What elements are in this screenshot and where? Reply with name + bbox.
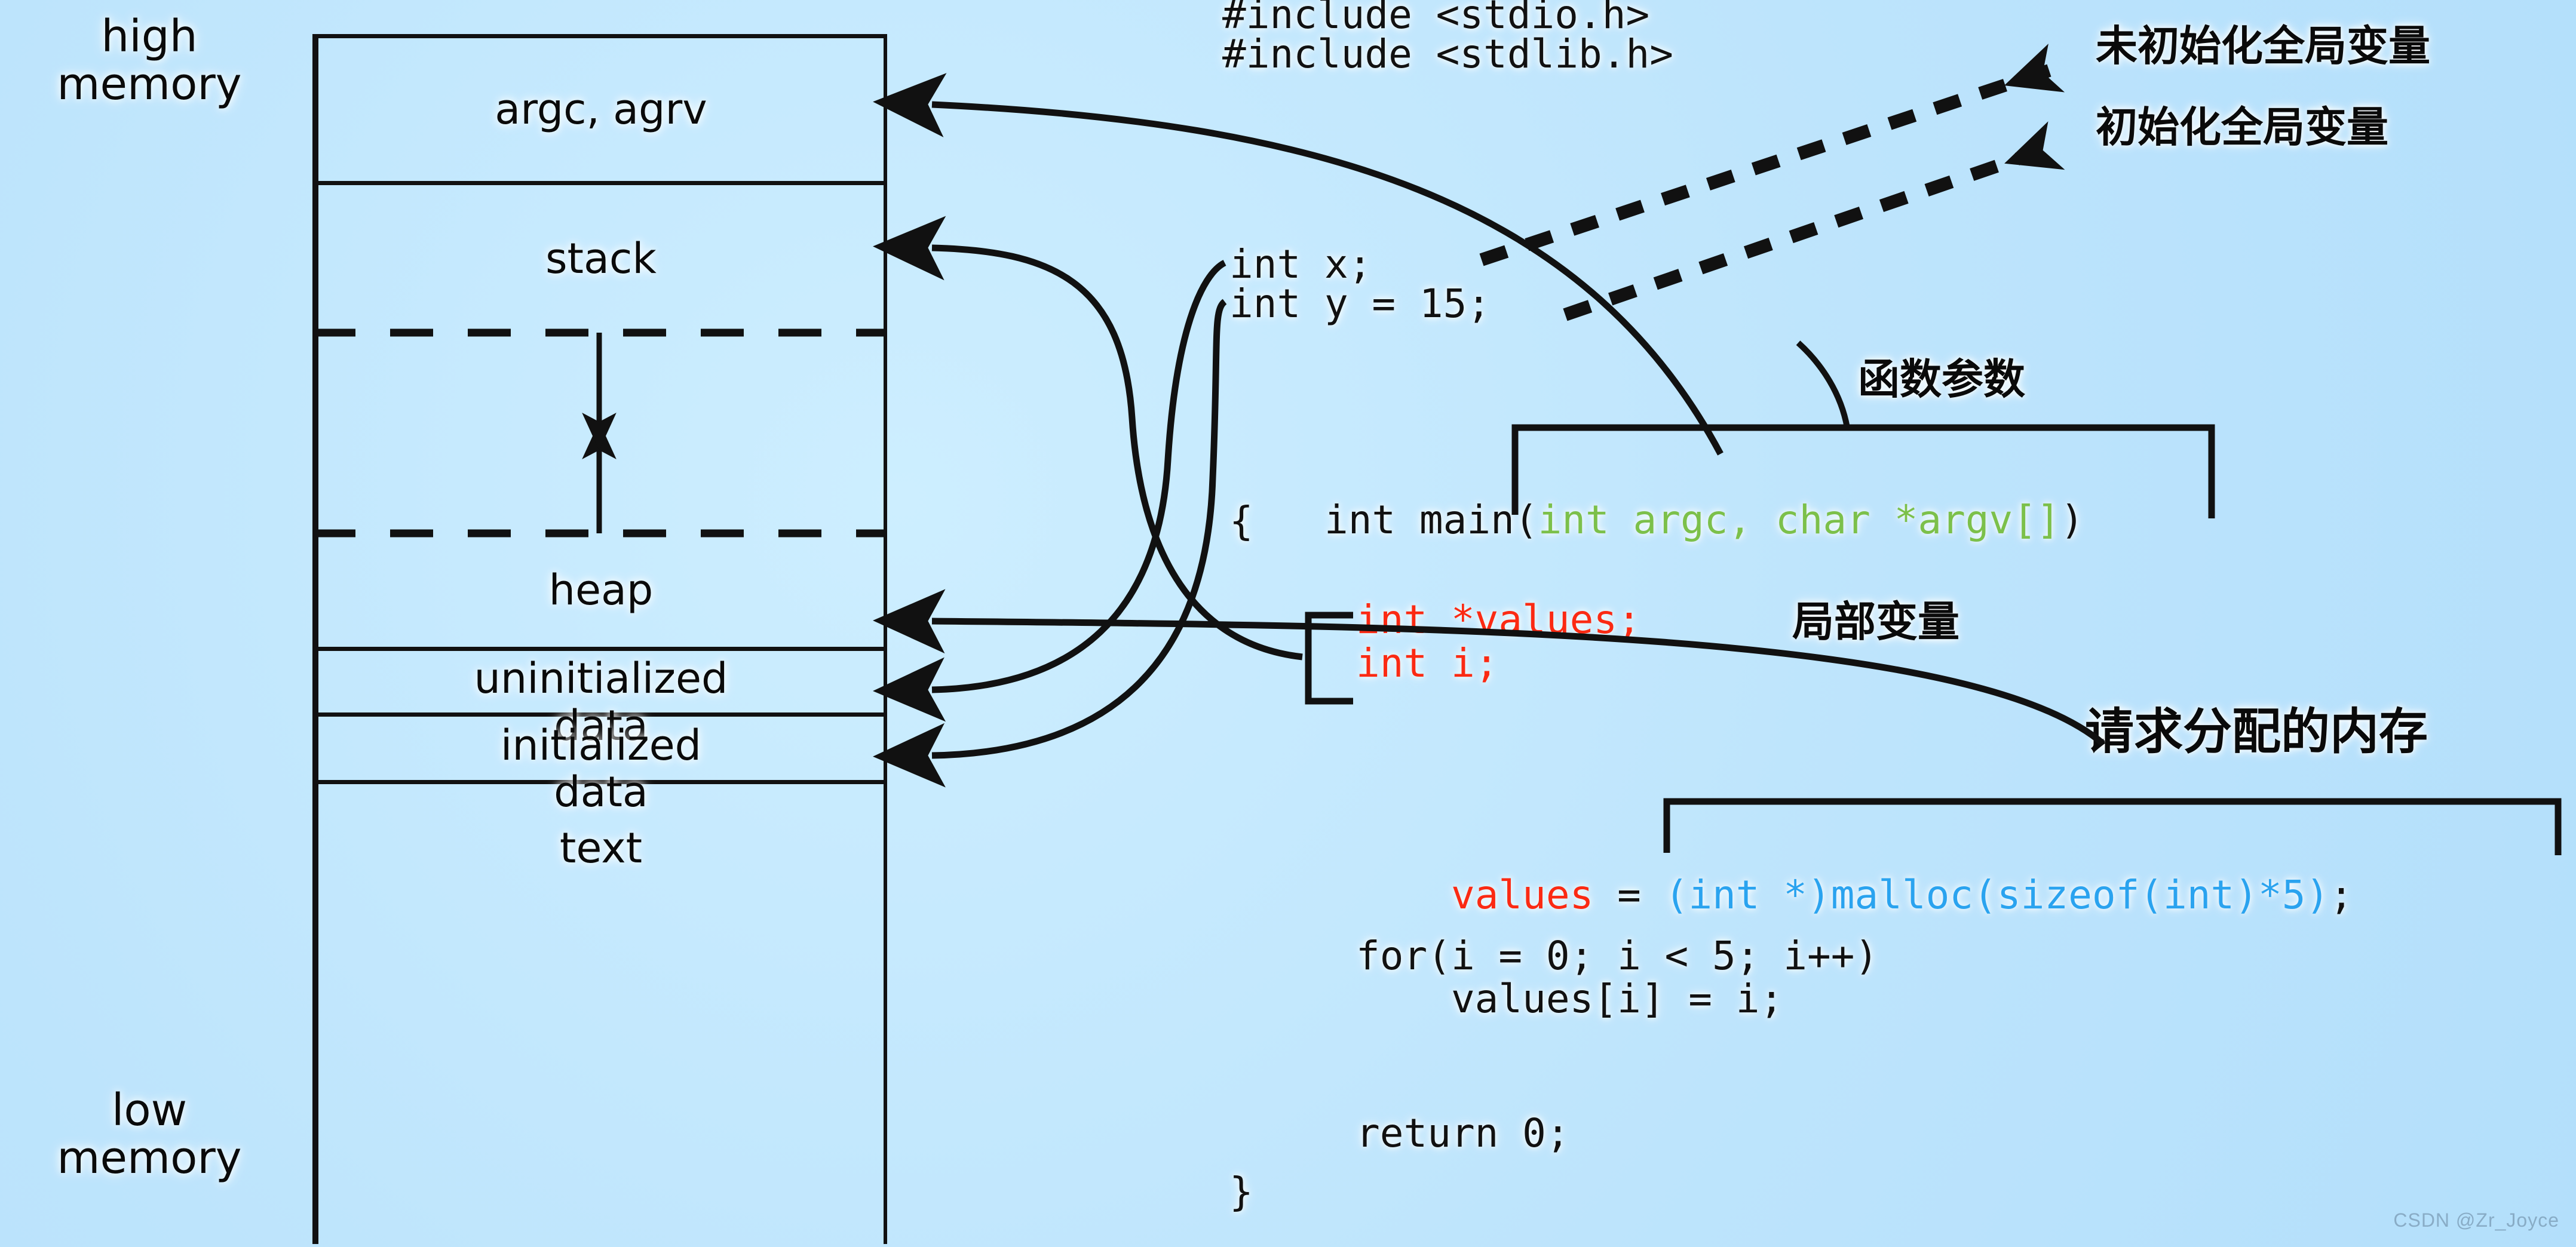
memory-segment-stack[interactable]: stack: [312, 185, 887, 333]
low-memory-label: low memory: [57, 1085, 242, 1184]
code-line-decl-values: int *values;: [1356, 597, 1641, 643]
code-main-prefix: int main(: [1324, 497, 1538, 543]
memory-growth-region: [312, 333, 887, 533]
annotation-uninitialized-global: 未初始化全局变量: [2096, 22, 2430, 70]
segment-label: text: [559, 823, 643, 873]
memory-segment-heap[interactable]: heap: [312, 533, 887, 651]
segment-label: stack: [545, 234, 657, 284]
high-memory-label: high memory: [57, 11, 242, 110]
pointer-intx-to-uninitialized-label: [1479, 44, 2065, 266]
segment-label: argc, agrv: [495, 85, 707, 134]
annotation-local-variables: 局部变量: [1792, 597, 1959, 646]
memory-segment-text[interactable]: text: [312, 784, 887, 1244]
memory-layout-diagram: argc, agrv stack heap uninitialized data…: [312, 34, 887, 1244]
annotation-initialized-global: 初始化全局变量: [2096, 103, 2388, 152]
code-assign-op: =: [1593, 872, 1665, 918]
memory-segment-argc-argv[interactable]: argc, agrv: [312, 34, 887, 185]
diagram-canvas: high memory low memory argc, agrv stack …: [0, 0, 2576, 1247]
watermark: CSDN @Zr_Joyce: [2393, 1209, 2559, 1231]
code-line-int-y: int y = 15;: [1229, 281, 1491, 327]
code-line-include-stdio: #include <stdio.h>: [1222, 0, 1650, 38]
code-line-open-brace: {: [1229, 498, 1253, 544]
code-semicolon: ;: [2329, 872, 2353, 918]
annotation-function-parameters: 函数参数: [1858, 355, 2025, 404]
annotation-requested-memory: 请求分配的内存: [2085, 704, 2428, 760]
connector-intx-to-uninitialized-row: [873, 260, 1226, 722]
code-line-include-stdlib: #include <stdlib.h>: [1222, 31, 1673, 77]
code-main-params: int argc, char *argv[]: [1538, 497, 2060, 543]
code-values-ident: values: [1450, 872, 1594, 918]
memory-segment-initialized-data[interactable]: initialized data: [312, 717, 887, 815]
segment-label: heap: [548, 565, 654, 615]
code-line-int-x: int x;: [1229, 241, 1372, 287]
bracket-local-variables: [1305, 612, 1353, 705]
connector-inty-to-initialized-row: [873, 299, 1227, 788]
memory-segment-uninitialized-data[interactable]: uninitialized data: [312, 651, 887, 749]
code-line-return: return 0;: [1356, 1110, 1570, 1156]
code-line-for: for(i = 0; i < 5; i++): [1356, 933, 1879, 979]
code-line-main-signature: int main(int argc, char *argv[]): [1229, 461, 2084, 579]
code-line-close-brace: }: [1229, 1169, 1253, 1215]
code-malloc-call: (int *)malloc(sizeof(int)*5): [1664, 872, 2330, 918]
code-main-suffix: ): [2060, 497, 2084, 543]
code-line-for-body: values[i] = i;: [1356, 976, 1784, 1022]
code-line-decl-i: int i;: [1356, 640, 1499, 686]
pointer-inty-to-initialized-label: [1563, 121, 2065, 321]
